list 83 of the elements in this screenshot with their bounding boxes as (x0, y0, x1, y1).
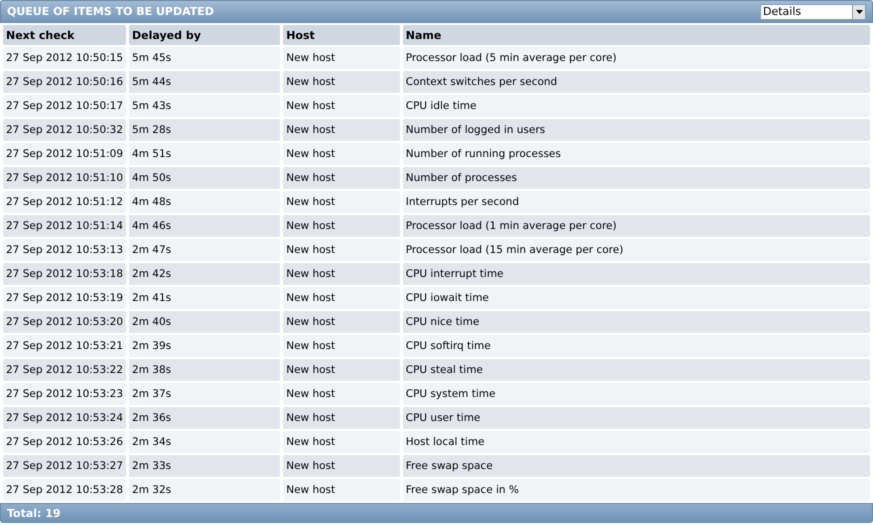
table-cell: 2m 36s (129, 407, 280, 429)
table-cell: New host (283, 167, 400, 189)
table-cell: New host (283, 263, 400, 285)
table-cell: 5m 28s (129, 119, 280, 141)
table-cell: 4m 50s (129, 167, 280, 189)
table-cell: Context switches per second (402, 71, 870, 93)
table-cell: 27 Sep 2012 10:50:17 (3, 95, 126, 117)
table-cell: Number of processes (402, 167, 870, 189)
column-header: Delayed by (129, 25, 280, 45)
table-cell: New host (283, 335, 400, 357)
table-cell: 2m 37s (129, 383, 280, 405)
table-cell: 5m 43s (129, 95, 280, 117)
table-cell: New host (283, 191, 400, 213)
table-cell: New host (283, 359, 400, 381)
table-cell: 2m 42s (129, 263, 280, 285)
table-cell: CPU nice time (402, 311, 870, 333)
table-cell: 27 Sep 2012 10:53:26 (3, 431, 126, 453)
table-cell: 27 Sep 2012 10:53:21 (3, 335, 126, 357)
table-cell: 2m 38s (129, 359, 280, 381)
table-cell: 4m 48s (129, 191, 280, 213)
table-cell: 5m 45s (129, 47, 280, 69)
table-cell: 27 Sep 2012 10:53:28 (3, 479, 126, 501)
table-cell: 27 Sep 2012 10:53:27 (3, 455, 126, 477)
table-cell: New host (283, 287, 400, 309)
table-cell: 27 Sep 2012 10:53:18 (3, 263, 126, 285)
table-cell: 2m 41s (129, 287, 280, 309)
table-cell: New host (283, 407, 400, 429)
panel-title: QUEUE OF ITEMS TO BE UPDATED (7, 5, 214, 18)
table-cell: New host (283, 95, 400, 117)
table-cell: CPU softirq time (402, 335, 870, 357)
table-cell: Processor load (5 min average per core) (402, 47, 870, 69)
table-cell: 27 Sep 2012 10:53:23 (3, 383, 126, 405)
table-cell: 5m 44s (129, 71, 280, 93)
table-cell: 2m 39s (129, 335, 280, 357)
table-cell: 27 Sep 2012 10:50:16 (3, 71, 126, 93)
table-cell: 27 Sep 2012 10:51:12 (3, 191, 126, 213)
table-cell: New host (283, 71, 400, 93)
table-cell: 2m 33s (129, 455, 280, 477)
table-cell: 27 Sep 2012 10:51:14 (3, 215, 126, 237)
table-cell: New host (283, 383, 400, 405)
table-cell: 4m 46s (129, 215, 280, 237)
table-cell: CPU steal time (402, 359, 870, 381)
column-header: Name (402, 25, 870, 45)
table-cell: New host (283, 479, 400, 501)
table-cell: 27 Sep 2012 10:53:19 (3, 287, 126, 309)
table-cell: Free swap space (402, 455, 870, 477)
table-cell: 4m 51s (129, 143, 280, 165)
table-cell: Free swap space in % (402, 479, 870, 501)
table-cell: New host (283, 431, 400, 453)
table-cell: CPU idle time (402, 95, 870, 117)
table-cell: 27 Sep 2012 10:53:13 (3, 239, 126, 261)
table-cell: Processor load (1 min average per core) (402, 215, 870, 237)
table-cell: 2m 34s (129, 431, 280, 453)
table-cell: 27 Sep 2012 10:53:24 (3, 407, 126, 429)
table-cell: New host (283, 119, 400, 141)
table-cell: New host (283, 215, 400, 237)
table-cell: 27 Sep 2012 10:50:15 (3, 47, 126, 69)
table-cell: New host (283, 311, 400, 333)
table-cell: 2m 32s (129, 479, 280, 501)
table-cell: Number of logged in users (402, 119, 870, 141)
table-cell: Host local time (402, 431, 870, 453)
table-cell: 27 Sep 2012 10:50:32 (3, 119, 126, 141)
table-cell: 2m 47s (129, 239, 280, 261)
table-cell: Number of running processes (402, 143, 870, 165)
column-header: Next check (3, 25, 126, 45)
table-cell: 27 Sep 2012 10:53:20 (3, 311, 126, 333)
column-header: Host (283, 25, 400, 45)
table-cell: 27 Sep 2012 10:53:22 (3, 359, 126, 381)
total-count: Total: 19 (7, 506, 61, 520)
table-cell: CPU iowait time (402, 287, 870, 309)
table-cell: 2m 40s (129, 311, 280, 333)
table-cell: New host (283, 239, 400, 261)
table-cell: Interrupts per second (402, 191, 870, 213)
table-cell: CPU interrupt time (402, 263, 870, 285)
table-cell: New host (283, 455, 400, 477)
view-dropdown[interactable]: Details (760, 4, 866, 20)
table-cell: New host (283, 143, 400, 165)
table-cell: CPU user time (402, 407, 870, 429)
table-cell: Processor load (15 min average per core) (402, 239, 870, 261)
table-cell: 27 Sep 2012 10:51:09 (3, 143, 126, 165)
table-cell: New host (283, 47, 400, 69)
table-cell: CPU system time (402, 383, 870, 405)
table-cell: 27 Sep 2012 10:51:10 (3, 167, 126, 189)
